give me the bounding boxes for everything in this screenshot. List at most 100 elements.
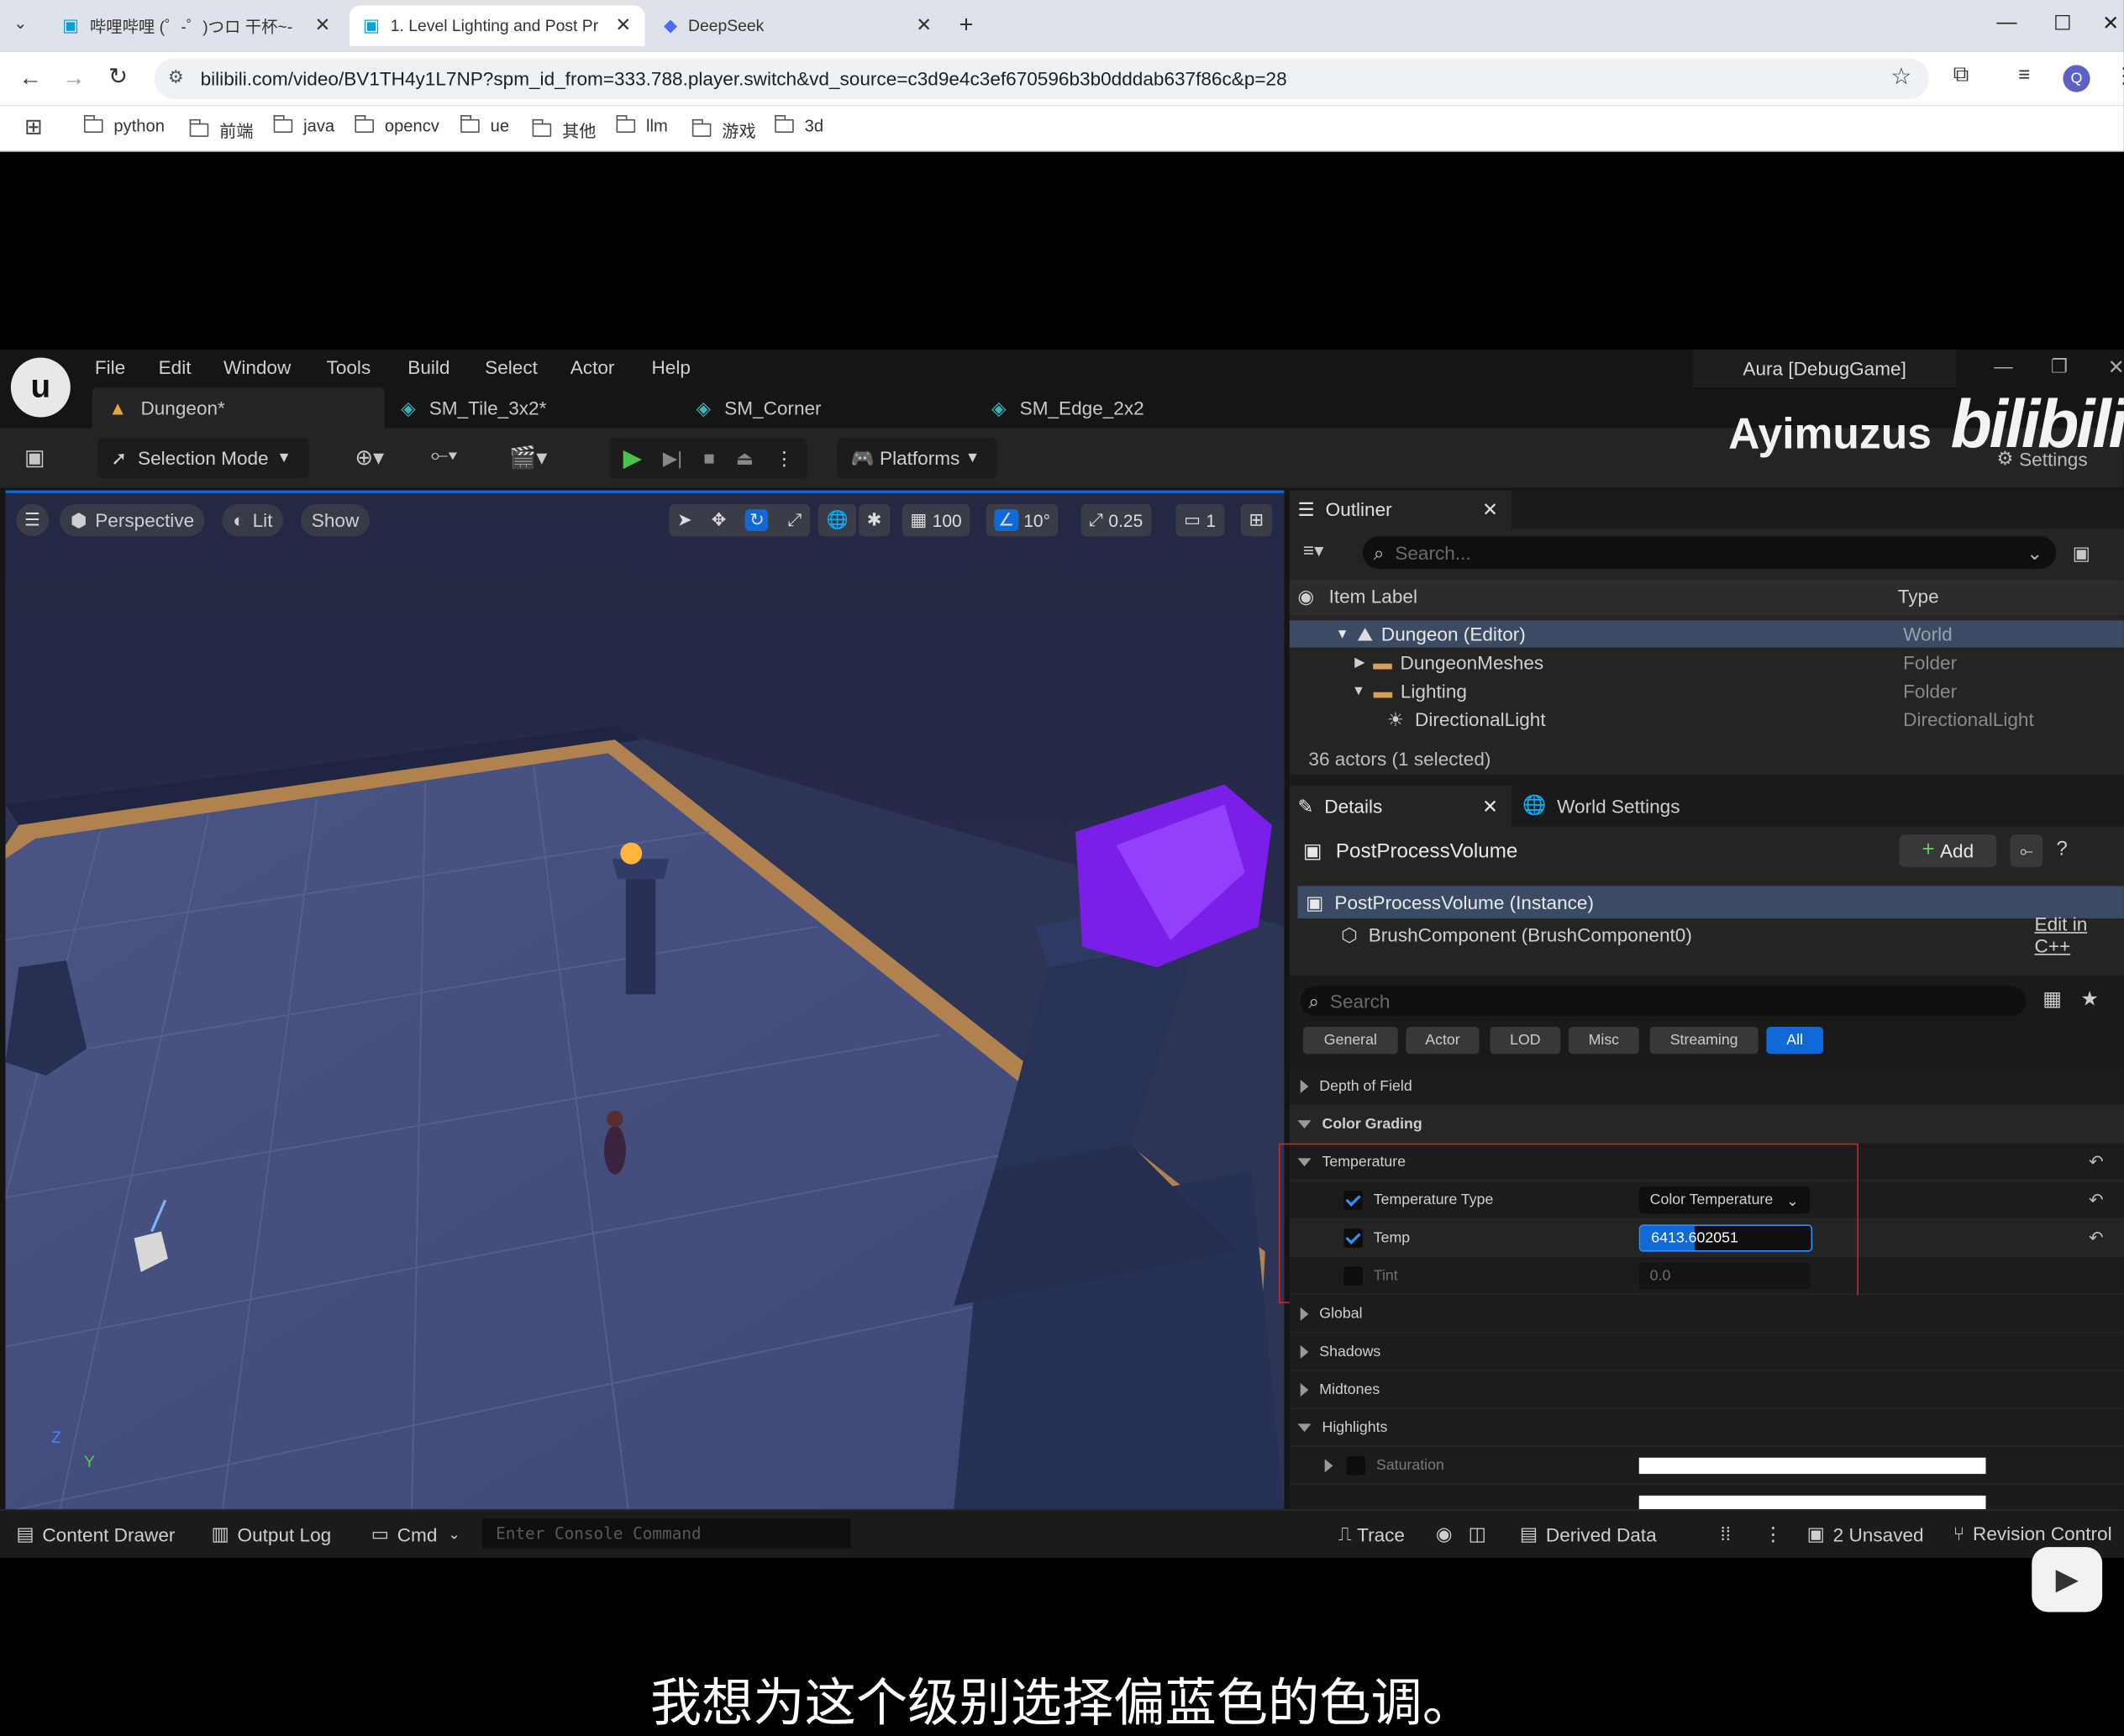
bookmark-folder[interactable]: llm	[615, 115, 668, 135]
outliner-row-selected[interactable]: ▼ ⛰ Dungeon (Editor) World	[1289, 620, 2124, 648]
media-icon[interactable]: ≡	[2018, 64, 2030, 87]
collapse-arrow-icon[interactable]: ▼	[1352, 683, 1365, 698]
camera-speed-button[interactable]: ▭ 1	[1175, 503, 1224, 537]
console-input[interactable]: Enter Console Command	[481, 1518, 851, 1549]
group-midtones[interactable]: Midtones	[1289, 1370, 2124, 1409]
eye-icon[interactable]: ◉	[1297, 585, 1314, 608]
close-icon[interactable]: ✕	[1482, 795, 1498, 818]
browser-tab[interactable]: ◆ DeepSeek ✕	[650, 5, 945, 45]
browser-tab-active[interactable]: ▣ 1. Level Lighting and Post Pr ✕	[349, 5, 645, 46]
filter-general[interactable]: General	[1302, 1027, 1398, 1055]
menu-edit[interactable]: Edit	[159, 356, 192, 378]
table-view-icon[interactable]: ▦	[2043, 986, 2062, 1010]
world-settings-tab[interactable]: 🌐 World Settings	[1522, 794, 1680, 817]
apps-icon[interactable]: ⊞	[24, 113, 43, 140]
close-tab-icon[interactable]: ✕	[615, 13, 631, 36]
expand-arrow-icon[interactable]: ▶	[1354, 655, 1364, 670]
url-text[interactable]: bilibili.com/video/BV1TH4y1L7NP?spm_id_f…	[201, 68, 1287, 90]
reload-icon[interactable]: ↻	[108, 64, 128, 91]
group-shadows[interactable]: Shadows	[1289, 1333, 2124, 1371]
grid-dots-icon[interactable]: ⁞⁞	[1720, 1523, 1731, 1544]
ue-minimize-icon[interactable]: —	[1994, 355, 2013, 376]
outliner-row[interactable]: ▼ ▬ Lighting Folder	[1290, 677, 2124, 704]
platforms-dropdown[interactable]: 🎮 Platforms ▼	[837, 437, 997, 479]
eject-icon[interactable]: ⏏	[736, 446, 754, 469]
derived-data-button[interactable]: ▤ Derived Data	[1520, 1523, 1657, 1545]
bookmark-folder[interactable]: java	[272, 115, 334, 135]
favorites-star-icon[interactable]: ★	[2080, 986, 2099, 1010]
cmd-dropdown[interactable]: ▭ Cmd ⌄	[371, 1523, 460, 1545]
reset-icon[interactable]: ↶	[2089, 1228, 2104, 1249]
bookmark-folder[interactable]: 其他	[531, 117, 596, 143]
world-local-icon[interactable]: 🌐	[818, 503, 857, 537]
translate-tool-icon[interactable]: ✥	[712, 509, 727, 531]
override-checkbox[interactable]	[1343, 1190, 1363, 1209]
type-column[interactable]: Type	[1898, 585, 1939, 607]
filter-lod[interactable]: LOD	[1490, 1027, 1561, 1055]
details-tab[interactable]: ✎ Details ✕	[1289, 786, 1512, 827]
filter-all[interactable]: All	[1766, 1027, 1824, 1055]
maximize-icon[interactable]: ☐	[2053, 11, 2072, 35]
ue-close-icon[interactable]: ✕	[2108, 355, 2124, 379]
help-icon[interactable]: ?	[2056, 837, 2067, 860]
filter-actor[interactable]: Actor	[1406, 1027, 1480, 1055]
layout-icon[interactable]: ⊞	[1240, 503, 1272, 537]
content-drawer-button[interactable]: ▤ Content Drawer	[16, 1523, 175, 1545]
add-folder-icon[interactable]: ▣	[2073, 542, 2090, 565]
new-tab-button[interactable]: +	[959, 11, 973, 39]
menu-tools[interactable]: Tools	[327, 356, 371, 378]
edit-cpp-link[interactable]: Edit in C++	[2035, 913, 2124, 957]
add-component-button[interactable]: + Add	[1899, 834, 1997, 867]
screenshot-icon[interactable]: ◫	[1469, 1523, 1486, 1545]
outliner-row[interactable]: ☀ DirectionalLight DirectionalLight	[1290, 706, 2124, 733]
bookmark-folder[interactable]: opencv	[354, 115, 439, 135]
rotate-tool-icon[interactable]: ↻	[745, 509, 769, 531]
menu-help[interactable]: Help	[651, 356, 690, 378]
filter-icon[interactable]: ≡▾	[1303, 539, 1324, 562]
save-icon[interactable]: ▣	[24, 445, 45, 471]
advance-frame-icon[interactable]: ▶|	[663, 446, 682, 469]
override-checkbox[interactable]	[1343, 1228, 1363, 1248]
collapse-arrow-icon[interactable]: ▼	[1336, 627, 1349, 642]
omnibox[interactable]: ⚙ bilibili.com/video/BV1TH4y1L7NP?spm_id…	[154, 58, 1929, 99]
reset-icon[interactable]: ↶	[2089, 1151, 2104, 1173]
temperature-type-dropdown[interactable]: Color Temperature ⌄	[1638, 1186, 1810, 1214]
selection-mode-dropdown[interactable]: ➚ Selection Mode ▼	[97, 437, 309, 479]
filter-streaming[interactable]: Streaming	[1649, 1027, 1759, 1055]
profile-avatar[interactable]: Q	[2063, 65, 2090, 92]
close-window-icon[interactable]: ✕	[2102, 11, 2119, 35]
override-checkbox[interactable]	[1343, 1265, 1363, 1286]
ue-restore-icon[interactable]: ❐	[2051, 355, 2068, 377]
add-actor-icon[interactable]: ⊕▾	[355, 445, 384, 471]
close-tab-icon[interactable]: ✕	[314, 13, 330, 36]
level-viewport[interactable]: ☰ ⬢ Perspective ◐ Lit Show ➤ ✥ ↻ ⤢ 🌐 ✱ ▦	[5, 490, 1285, 1509]
filter-misc[interactable]: Misc	[1568, 1027, 1639, 1055]
group-highlights[interactable]: Highlights	[1289, 1408, 2124, 1447]
record-icon[interactable]: ◉	[1436, 1523, 1453, 1545]
outliner-row[interactable]: ▶ ▬ DungeonMeshes Folder	[1290, 649, 2124, 676]
bookmark-folder[interactable]: 游戏	[691, 117, 756, 143]
unsaved-button[interactable]: ▣ 2 Unsaved	[1807, 1523, 1924, 1545]
override-checkbox[interactable]	[1346, 1455, 1366, 1475]
extensions-icon[interactable]: ⧉	[1953, 64, 1969, 88]
tint-value-input[interactable]: 0.0	[1638, 1262, 1810, 1290]
more-options-icon[interactable]: ⋮	[775, 446, 794, 469]
item-label-column[interactable]: Item Label	[1329, 585, 1417, 607]
viewport-menu-icon[interactable]: ☰	[16, 503, 49, 537]
rotation-snap-button[interactable]: ∠ 10°	[986, 503, 1059, 537]
menu-file[interactable]: File	[95, 356, 125, 378]
doc-tab-dungeon[interactable]: ▲ Dungeon*	[92, 387, 385, 429]
more-icon[interactable]: ⋮	[1764, 1523, 1783, 1545]
close-icon[interactable]: ✕	[1482, 497, 1498, 520]
bookmark-folder[interactable]: python	[83, 115, 165, 135]
group-temperature[interactable]: Temperature ↶	[1289, 1143, 2124, 1181]
menu-select[interactable]: Select	[485, 356, 538, 378]
player-logo-icon[interactable]: ▶	[2032, 1547, 2103, 1612]
component-row[interactable]: ⬡ BrushComponent (BrushComponent0) Edit …	[1290, 913, 2124, 957]
bookmark-folder[interactable]: 前端	[188, 117, 254, 143]
bookmark-star-icon[interactable]: ☆	[1891, 64, 1912, 91]
surface-snap-icon[interactable]: ✱	[859, 503, 891, 537]
saturation-color-bar[interactable]	[1638, 1457, 1986, 1475]
category-color-grading[interactable]: Color Grading	[1289, 1105, 2124, 1144]
site-info-icon[interactable]: ⚙	[168, 66, 184, 88]
